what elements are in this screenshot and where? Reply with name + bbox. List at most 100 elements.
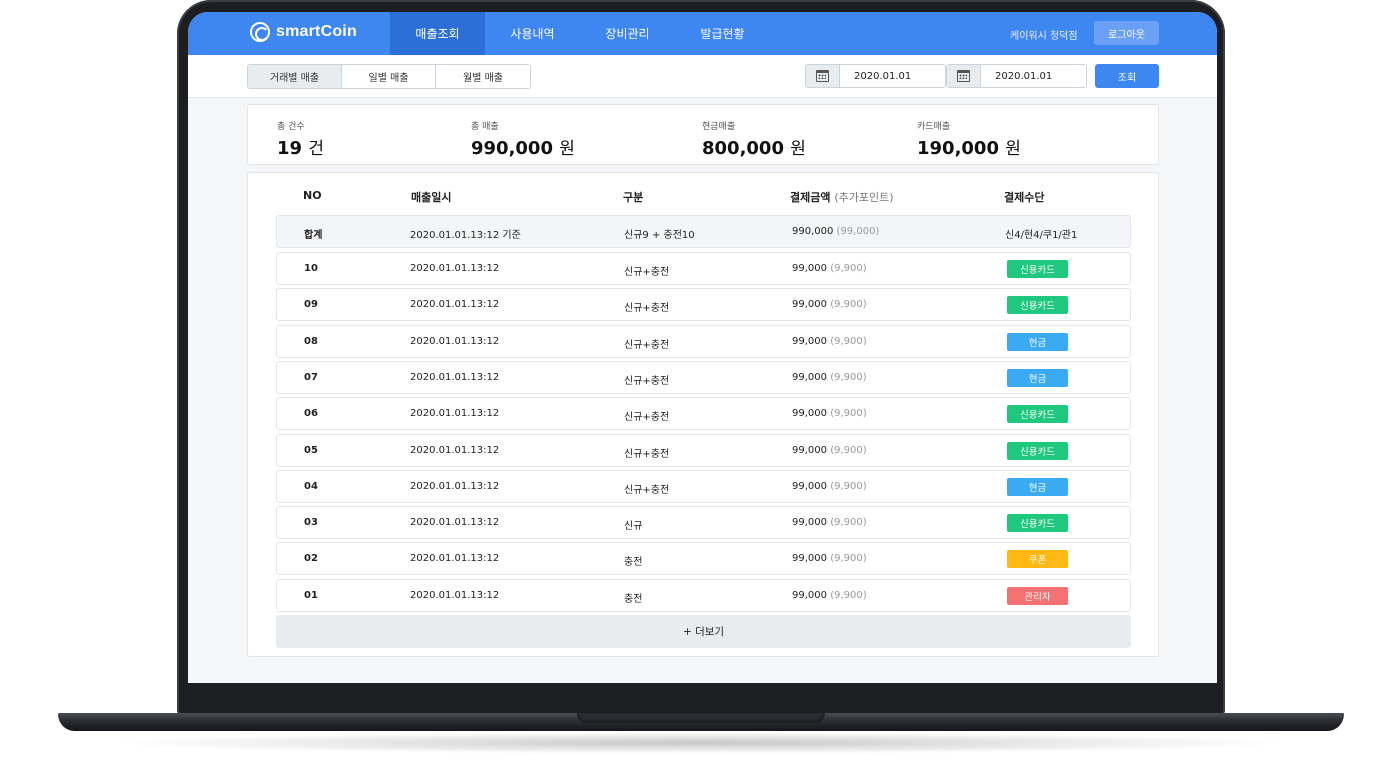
cell-no: 합계 — [304, 230, 323, 241]
summary-label: 총 매출 — [471, 122, 499, 132]
calendar-icon — [816, 70, 829, 82]
cell-type: 신규+충전 — [624, 303, 670, 315]
cell-amount: 99,000 (9,900) — [792, 408, 867, 420]
nav-sales[interactable]: 매출조회 — [390, 12, 485, 55]
summary-value: 990,000 원 — [471, 138, 575, 159]
summary-card-sales: 카드매출 190,000 원 — [917, 119, 1021, 159]
cell-datetime: 2020.01.01.13:12 기준 — [410, 230, 521, 241]
tab-daily-sales[interactable]: 일별 매출 — [342, 65, 436, 88]
start-date-picker[interactable]: 2020.01.01 — [805, 64, 946, 88]
payment-method-badge: 현금 — [1007, 332, 1068, 351]
header-no: NO — [303, 189, 322, 202]
tab-transaction-sales[interactable]: 거래별 매출 — [248, 65, 342, 88]
payment-method-badge: 신용카드 — [1007, 260, 1068, 278]
cell-no: 06 — [304, 408, 318, 420]
cell-no: 10 — [304, 263, 318, 274]
summary-value: 190,000 원 — [917, 138, 1021, 159]
cell-datetime: 2020.01.01.13:12 — [410, 408, 500, 420]
filter-bar: 거래별 매출 일별 매출 월별 매출 2020.01.01 2020.01.01… — [188, 55, 1217, 98]
search-button[interactable]: 조회 — [1095, 64, 1159, 88]
summary-panel: 총 건수 19 건 총 매출 990,000 원 현금매출 800,000 원 … — [247, 104, 1159, 165]
summary-total-sales: 총 매출 990,000 원 — [471, 119, 575, 159]
cell-no: 02 — [304, 553, 318, 565]
cell-no: 04 — [304, 480, 318, 492]
calendar-button[interactable] — [806, 65, 840, 87]
sales-table: NO 매출일시 구분 결제금액 (추가포인트) 결제수단 합계 2020.01.… — [247, 172, 1159, 657]
nav-equipment[interactable]: 장비관리 — [580, 12, 675, 55]
cell-type: 충전 — [624, 593, 643, 605]
table-row[interactable]: 06 2020.01.01.13:12 신규+충전 99,000 (9,900) 신용카… — [276, 397, 1131, 431]
cell-datetime: 2020.01.01.13:12 — [410, 371, 500, 383]
table-row[interactable]: 07 2020.01.01.13:12 신규+충전 99,000 (9,900) 현금 — [276, 360, 1131, 394]
load-more-button[interactable]: + 더보기 — [276, 615, 1131, 648]
cell-amount: 99,000 (9,900) — [792, 553, 867, 565]
cell-amount: 99,000 (9,900) — [792, 263, 867, 274]
cell-amount: 990,000 (99,000) — [792, 226, 880, 237]
summary-label: 현금매출 — [702, 122, 736, 132]
logo[interactable]: smartCoin — [250, 22, 357, 42]
table-row[interactable]: 04 2020.01.01.13:12 신규+충전 99,000 (9,900) 현금 — [276, 469, 1131, 503]
payment-method-badge: 현금 — [1007, 477, 1068, 496]
cell-datetime: 2020.01.01.13:12 — [410, 263, 500, 274]
header-amount: 결제금액 (추가포인트) — [790, 191, 894, 204]
nav-issuance[interactable]: 발급현황 — [675, 12, 770, 55]
payment-method-badge: 현금 — [1007, 368, 1068, 387]
laptop-shadow — [110, 732, 1290, 754]
header-method: 결제수단 — [1004, 191, 1045, 204]
cell-no: 01 — [304, 589, 318, 601]
end-date-picker[interactable]: 2020.01.01 — [946, 64, 1087, 88]
user-store-name: 케이워시 청덕점 — [1010, 31, 1078, 42]
cell-type: 신규+충전 — [624, 484, 670, 496]
start-date-field[interactable]: 2020.01.01 — [840, 65, 945, 87]
calendar-button[interactable] — [947, 65, 981, 87]
cell-no: 08 — [304, 335, 318, 347]
summary-value: 19 건 — [277, 138, 324, 159]
summary-cash-sales: 현금매출 800,000 원 — [702, 119, 806, 159]
cell-type: 신규+충전 — [624, 267, 670, 278]
payment-method-badge: 쿠폰 — [1007, 550, 1068, 569]
end-date-field[interactable]: 2020.01.01 — [981, 65, 1086, 87]
cell-datetime: 2020.01.01.13:12 — [410, 335, 500, 347]
cell-datetime: 2020.01.01.13:12 — [410, 480, 500, 492]
cell-no: 09 — [304, 299, 318, 311]
table-row[interactable]: 09 2020.01.01.13:12 신규+충전 99,000 (9,900) 신용카… — [276, 288, 1131, 322]
summary-value: 800,000 원 — [702, 138, 806, 159]
cell-datetime: 2020.01.01.13:12 — [410, 517, 500, 529]
cell-amount: 99,000 (9,900) — [792, 371, 867, 383]
table-row[interactable]: 01 2020.01.01.13:12 충전 99,000 (9,900) 관리자 — [276, 578, 1131, 612]
logo-text: smartCoin — [276, 23, 357, 40]
table-row[interactable]: 02 2020.01.01.13:12 충전 99,000 (9,900) 쿠폰 — [276, 542, 1131, 576]
cell-type: 신규+충전 — [624, 339, 670, 351]
table-row[interactable]: 10 2020.01.01.13:12 신규+충전 99,000 (9,900) 신용카… — [276, 252, 1131, 285]
cell-no: 07 — [304, 371, 318, 383]
logout-button[interactable]: 로그아웃 — [1094, 21, 1159, 45]
main-nav: 매출조회 사용내역 장비관리 발급현황 — [390, 12, 770, 55]
top-navbar: smartCoin 매출조회 사용내역 장비관리 발급현황 케이워시 청덕점 로… — [188, 12, 1217, 55]
cell-no: 03 — [304, 517, 318, 529]
tab-monthly-sales[interactable]: 월별 매출 — [436, 65, 530, 88]
nav-usage[interactable]: 사용내역 — [485, 12, 580, 55]
table-total-row: 합계 2020.01.01.13:12 기준 신규9 + 충전10 990,00… — [276, 215, 1131, 248]
table-row[interactable]: 03 2020.01.01.13:12 신규 99,000 (9,900) 신용카드 — [276, 506, 1131, 540]
cell-datetime: 2020.01.01.13:12 — [410, 444, 500, 456]
cell-datetime: 2020.01.01.13:12 — [410, 299, 500, 311]
summary-label: 카드매출 — [917, 122, 951, 132]
cell-amount: 99,000 (9,900) — [792, 335, 867, 347]
summary-label: 총 건수 — [277, 122, 305, 132]
laptop-notch — [577, 713, 825, 723]
cell-amount: 99,000 (9,900) — [792, 589, 867, 601]
cell-amount: 99,000 (9,900) — [792, 480, 867, 492]
table-header: NO 매출일시 구분 결제금액 (추가포인트) 결제수단 — [276, 173, 1131, 215]
cell-datetime: 2020.01.01.13:12 — [410, 589, 500, 601]
cell-no: 05 — [304, 444, 318, 456]
cell-type: 신규9 + 충전10 — [624, 230, 695, 241]
cell-type: 신규+충전 — [624, 412, 670, 424]
payment-method-badge: 신용카드 — [1007, 405, 1068, 424]
header-datetime: 매출일시 — [411, 191, 452, 204]
coin-logo-icon — [250, 22, 270, 42]
table-row[interactable]: 08 2020.01.01.13:12 신규+충전 99,000 (9,900) 현금 — [276, 324, 1131, 358]
cell-datetime: 2020.01.01.13:12 — [410, 553, 500, 565]
table-row[interactable]: 05 2020.01.01.13:12 신규+충전 99,000 (9,900) 신용카… — [276, 433, 1131, 467]
cell-amount: 99,000 (9,900) — [792, 517, 867, 529]
sales-type-tabs: 거래별 매출 일별 매출 월별 매출 — [247, 64, 531, 89]
